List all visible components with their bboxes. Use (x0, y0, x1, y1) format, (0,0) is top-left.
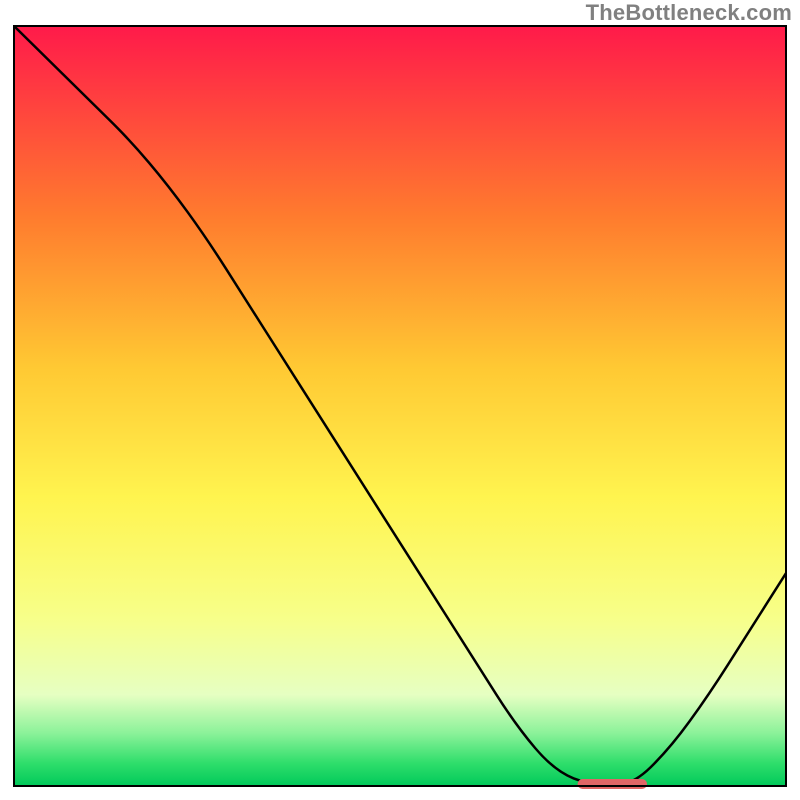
chart-container: TheBottleneck.com (0, 0, 800, 800)
optimal-range-marker (578, 779, 647, 789)
bottleneck-chart (0, 0, 800, 800)
